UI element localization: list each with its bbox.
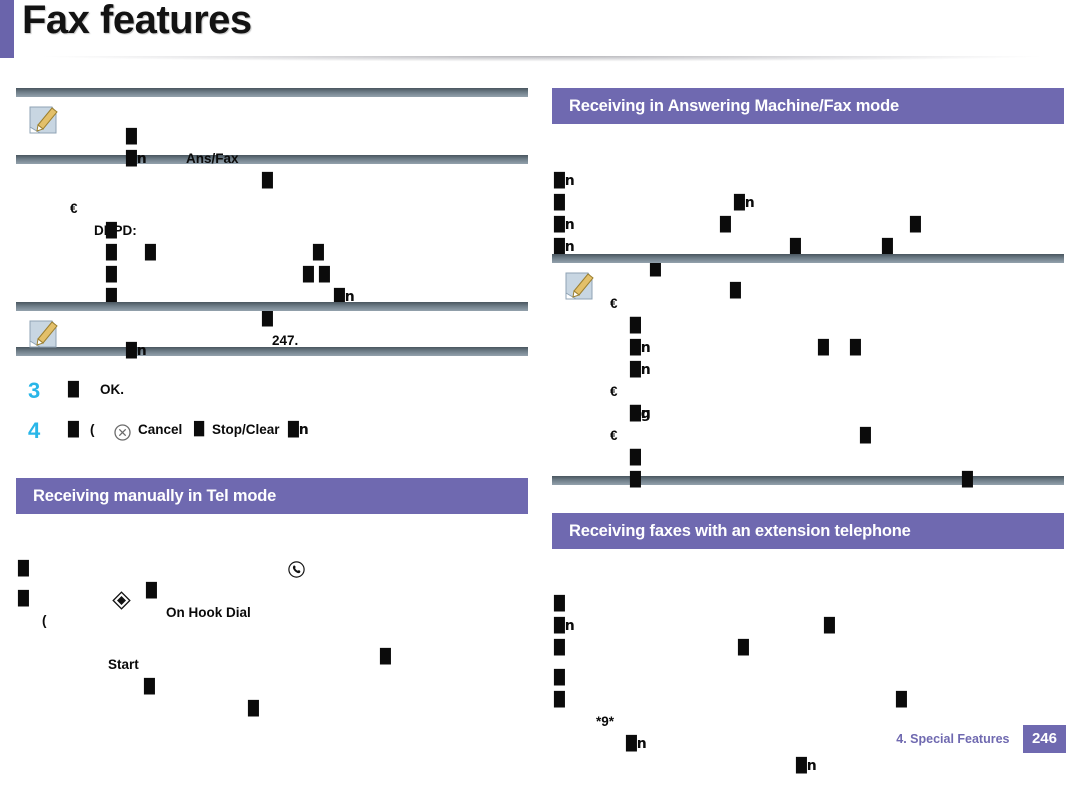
redacted-glyph: █ (554, 692, 565, 708)
note-line: █ (610, 447, 1054, 488)
body-line: █n █ █ (552, 214, 1064, 299)
redacted-glyph: █ (144, 679, 155, 695)
phone-icon (258, 539, 305, 578)
drpd-line: € DRPD: █ █ (16, 176, 528, 283)
diamond-icon (82, 569, 131, 610)
page-number-badge: 246 (1022, 725, 1066, 753)
circle-x-icon (114, 424, 131, 441)
note-box-secondary: █n (16, 302, 528, 359)
note-body: € █ █ █ █ █n █n € █n █ █g € █ █ █ █ (552, 263, 1064, 488)
note-line: █ █ (610, 293, 1054, 356)
header-divider (18, 56, 1066, 63)
step-paren: ( (42, 613, 47, 628)
note-line: € █ █ (610, 271, 1054, 356)
note-pencil-icon (26, 103, 62, 137)
redacted-glyph: █ (68, 422, 79, 438)
section-heading-answering-machine-fax-mode: Receiving in Answering Machine/Fax mode (552, 88, 1064, 124)
note-body: █ Ans/Fax █ █n (16, 97, 528, 189)
drpd-line: █ █ (16, 198, 528, 261)
step-label-cancel: Cancel (138, 422, 183, 437)
step-label-ok: OK. (100, 382, 125, 397)
tel-mode-line: █ █ On Hook Dial █ (16, 536, 528, 665)
tel-mode-line: █ ( Start █ █ (16, 566, 528, 717)
note-box-ans-fax: █ Ans/Fax █ █n (16, 88, 528, 189)
drpd-block: € DRPD: █ █ █ █ █ █ █ █n █ █ 247. (16, 164, 528, 348)
note-line: █ (610, 425, 1054, 466)
body-line: █ (552, 615, 1064, 656)
redacted-glyph: █n (796, 758, 817, 774)
note-body: █n (16, 311, 528, 359)
section-heading-receiving-manually-tel-mode: Receiving manually in Tel mode (16, 478, 528, 514)
body-line: █n █ (552, 593, 1064, 656)
extension-telephone-body: █ █ █n █ █ █ █ █ *9* █n █n (552, 571, 1064, 774)
body-line: █ █ (552, 645, 1064, 708)
keyword-on-hook-dial: On Hook Dial (166, 605, 251, 620)
body-line: █ █ (552, 571, 1064, 634)
note-pencil-icon (562, 269, 598, 303)
redacted-glyph: █ (896, 692, 907, 708)
note-line: █ Ans/Fax █ (74, 104, 518, 189)
note-top-bar (16, 88, 528, 97)
redacted-glyph: █ (630, 472, 641, 488)
drpd-line: █ █n (16, 242, 528, 305)
note-line: █n (610, 315, 1054, 356)
redacted-glyph: █ (18, 591, 29, 607)
note-line: € █n █ (610, 359, 1054, 444)
note-bullet-item: € █ █ █ █ █n █n (610, 271, 1054, 378)
note-line: █n (610, 337, 1054, 378)
step-number: 4 (28, 418, 41, 443)
drpd-line: █ █ (16, 220, 528, 283)
body-line: █ *9* █n █n (552, 667, 1064, 774)
page-footer: 4. Special Features 246 (0, 725, 1066, 753)
ans-fax-body: █n █n █ █ █ █ █n █ █n █ █ (552, 148, 1064, 299)
page-title: Fax features (22, 0, 252, 42)
title-accent-bar (0, 0, 14, 58)
note-box-ans-fax-details: € █ █ █ █ █n █n € █n █ █g € █ █ █ █ (552, 254, 1064, 488)
redacted-glyph: █n (126, 343, 147, 359)
note-line: █n (74, 318, 518, 359)
redacted-glyph: █ (248, 701, 259, 717)
redacted-glyph: █ (380, 649, 391, 665)
note-line: █n (74, 126, 518, 167)
note-top-bar (16, 302, 528, 311)
note-bullet-item: € █n █ █g (610, 359, 1054, 444)
step-label-stop-clear: Stop/Clear (212, 422, 280, 437)
footer-chapter-label: 4. Special Features (896, 732, 1010, 746)
redacted-glyph: █ (962, 472, 973, 488)
redacted-glyph: █ (194, 422, 204, 437)
drpd-line: █ █ 247. (16, 264, 528, 348)
body-line: █n █n █ (552, 148, 1064, 233)
note-line: █g (610, 381, 1054, 422)
note-pencil-icon (26, 317, 62, 351)
note-line: € █ █ (610, 403, 1054, 488)
right-column: Receiving in Answering Machine/Fax mode … (552, 88, 1064, 774)
step-4: 4 █ ( Cancel █ Stop/Clear █n (16, 416, 528, 456)
tel-mode-body: █ █ On Hook Dial █ █ ( Start █ █ (16, 536, 528, 717)
body-line: █n █ (552, 192, 1064, 255)
step-3: 3 █ OK. (16, 376, 528, 416)
body-line: █ █ █ (552, 170, 1064, 255)
step-list: 3 █ OK. 4 █ ( Cancel █ Stop/Clear █n (16, 376, 528, 456)
redacted-glyph: █n (288, 422, 309, 438)
redacted-glyph: █ (68, 382, 79, 398)
keyword-start: Start (108, 657, 139, 672)
left-column: █ Ans/Fax █ █n € DRPD: █ █ █ █ █ █ █ █n (16, 88, 528, 717)
note-top-bar (552, 254, 1064, 263)
note-bullet-item: € █ █ █ █ (610, 403, 1054, 488)
step-paren: ( (90, 422, 95, 437)
page-header: Fax features (0, 0, 1080, 63)
section-heading-extension-telephone: Receiving faxes with an extension teleph… (552, 513, 1064, 549)
step-number: 3 (28, 378, 41, 403)
